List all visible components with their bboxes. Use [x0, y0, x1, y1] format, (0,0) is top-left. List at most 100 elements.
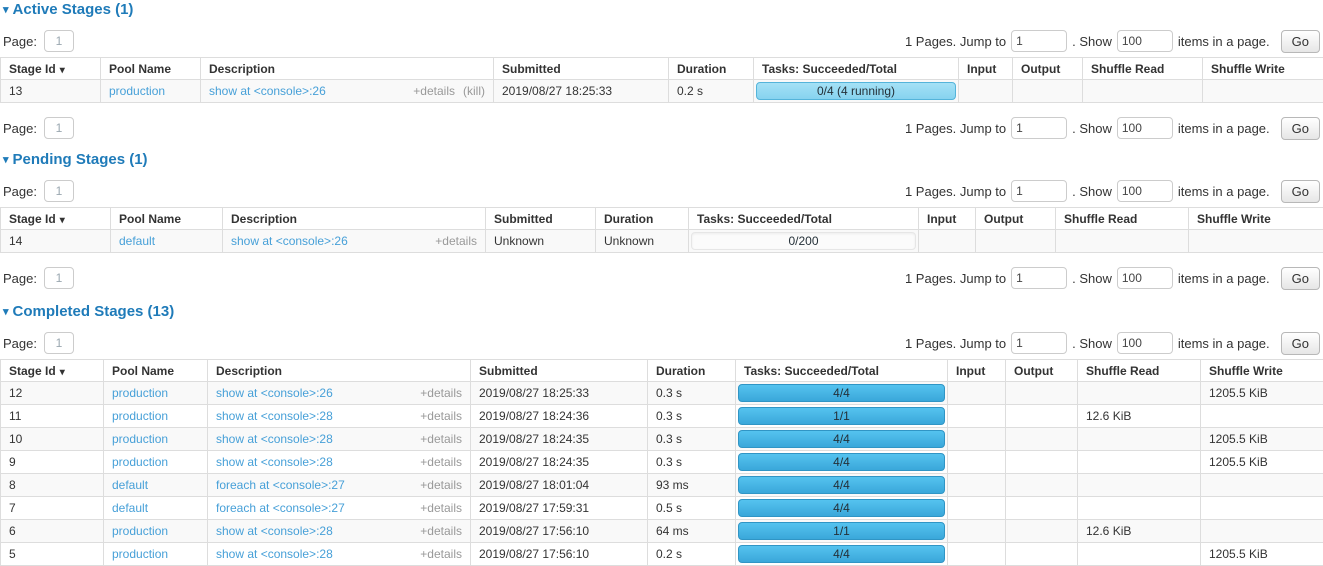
- column-header-submitted[interactable]: Submitted: [486, 208, 596, 230]
- column-header-submitted[interactable]: Submitted: [471, 360, 648, 382]
- description-link[interactable]: show at <console>:26: [209, 84, 326, 98]
- description-link[interactable]: foreach at <console>:27: [216, 501, 345, 515]
- pool-name-link[interactable]: production: [112, 432, 168, 446]
- column-header-tasks[interactable]: Tasks: Succeeded/Total: [754, 58, 959, 80]
- stage-id-cell: 12: [1, 382, 104, 405]
- column-header-shuffle-write[interactable]: Shuffle Write: [1201, 360, 1323, 382]
- table-row: 13 production show at <console>:26+detai…: [1, 80, 1323, 103]
- page-number-input[interactable]: [44, 30, 74, 52]
- description-link[interactable]: show at <console>:28: [216, 409, 333, 423]
- pagination-bar: Page: 1 Pages. Jump to . Show items in a…: [3, 116, 1320, 140]
- column-header-shuffle-read[interactable]: Shuffle Read: [1078, 360, 1201, 382]
- column-header-tasks[interactable]: Tasks: Succeeded/Total: [689, 208, 919, 230]
- description-link[interactable]: show at <console>:26: [231, 234, 348, 248]
- output-cell: [1006, 382, 1078, 405]
- go-button[interactable]: Go: [1281, 30, 1320, 53]
- jump-to-input[interactable]: [1011, 267, 1067, 289]
- pool-name-link[interactable]: production: [112, 524, 168, 538]
- pool-name-link[interactable]: default: [119, 234, 155, 248]
- column-header-duration[interactable]: Duration: [669, 58, 754, 80]
- column-header-pool-name[interactable]: Pool Name: [101, 58, 201, 80]
- pages-text: 1 Pages. Jump to: [905, 121, 1006, 136]
- section-header-active-stages[interactable]: ▾Active Stages (1): [3, 2, 1323, 18]
- pool-name-link[interactable]: production: [109, 84, 165, 98]
- jump-to-input[interactable]: [1011, 180, 1067, 202]
- description-link[interactable]: show at <console>:28: [216, 432, 333, 446]
- column-header-tasks[interactable]: Tasks: Succeeded/Total: [736, 360, 948, 382]
- column-header-output[interactable]: Output: [1013, 58, 1083, 80]
- column-header-stage-id[interactable]: Stage Id▾: [1, 360, 104, 382]
- column-header-description[interactable]: Description: [223, 208, 486, 230]
- show-count-input[interactable]: [1117, 267, 1173, 289]
- details-toggle[interactable]: +details: [420, 455, 462, 469]
- details-toggle[interactable]: +details: [420, 386, 462, 400]
- details-toggle[interactable]: +details: [420, 547, 462, 561]
- column-header-description[interactable]: Description: [208, 360, 471, 382]
- pool-name-link[interactable]: default: [112, 478, 148, 492]
- pool-name-link[interactable]: production: [112, 547, 168, 561]
- stage-id-cell: 8: [1, 474, 104, 497]
- page-number-input[interactable]: [44, 180, 74, 202]
- pool-name-link[interactable]: production: [112, 409, 168, 423]
- duration-cell: 64 ms: [648, 520, 736, 543]
- show-count-input[interactable]: [1117, 117, 1173, 139]
- jump-to-input[interactable]: [1011, 30, 1067, 52]
- column-header-stage-id[interactable]: Stage Id▾: [1, 58, 101, 80]
- go-button[interactable]: Go: [1281, 267, 1320, 290]
- go-button[interactable]: Go: [1281, 332, 1320, 355]
- tasks-progress-bar: 1/1: [738, 407, 945, 425]
- kill-link[interactable]: (kill): [463, 84, 485, 98]
- show-count-input[interactable]: [1117, 180, 1173, 202]
- jump-to-input[interactable]: [1011, 117, 1067, 139]
- details-toggle[interactable]: +details: [420, 524, 462, 538]
- column-header-shuffle-write[interactable]: Shuffle Write: [1203, 58, 1323, 80]
- section-header-pending-stages[interactable]: ▾Pending Stages (1): [3, 152, 1323, 168]
- submitted-cell: 2019/08/27 17:56:10: [471, 543, 648, 566]
- description-link[interactable]: show at <console>:28: [216, 455, 333, 469]
- page-number-input[interactable]: [44, 117, 74, 139]
- details-toggle[interactable]: +details: [420, 432, 462, 446]
- page-number-input[interactable]: [44, 332, 74, 354]
- column-header-input[interactable]: Input: [948, 360, 1006, 382]
- page-number-input[interactable]: [44, 267, 74, 289]
- show-count-input[interactable]: [1117, 332, 1173, 354]
- column-header-shuffle-read[interactable]: Shuffle Read: [1083, 58, 1203, 80]
- input-cell: [948, 382, 1006, 405]
- table-row: 9 production show at <console>:28+detail…: [1, 451, 1323, 474]
- show-count-input[interactable]: [1117, 30, 1173, 52]
- submitted-cell: 2019/08/27 18:25:33: [471, 382, 648, 405]
- go-button[interactable]: Go: [1281, 117, 1320, 140]
- column-header-stage-id[interactable]: Stage Id▾: [1, 208, 111, 230]
- pool-name-link[interactable]: default: [112, 501, 148, 515]
- description-link[interactable]: show at <console>:26: [216, 386, 333, 400]
- header-row: Stage Id▾ Pool Name Description Submitte…: [1, 360, 1323, 382]
- column-header-input[interactable]: Input: [959, 58, 1013, 80]
- details-toggle[interactable]: +details: [413, 84, 455, 98]
- column-header-duration[interactable]: Duration: [596, 208, 689, 230]
- column-header-description[interactable]: Description: [201, 58, 494, 80]
- column-header-input[interactable]: Input: [919, 208, 976, 230]
- column-header-shuffle-write[interactable]: Shuffle Write: [1189, 208, 1323, 230]
- details-toggle[interactable]: +details: [420, 501, 462, 515]
- column-header-output[interactable]: Output: [1006, 360, 1078, 382]
- column-header-output[interactable]: Output: [976, 208, 1056, 230]
- column-header-pool-name[interactable]: Pool Name: [104, 360, 208, 382]
- tasks-progress-bar: 4/4: [738, 476, 945, 494]
- column-header-pool-name[interactable]: Pool Name: [111, 208, 223, 230]
- column-header-shuffle-read[interactable]: Shuffle Read: [1056, 208, 1189, 230]
- description-link[interactable]: show at <console>:28: [216, 524, 333, 538]
- description-link[interactable]: show at <console>:28: [216, 547, 333, 561]
- details-toggle[interactable]: +details: [435, 234, 477, 248]
- pool-name-link[interactable]: production: [112, 386, 168, 400]
- description-link[interactable]: foreach at <console>:27: [216, 478, 345, 492]
- stage-id-cell: 6: [1, 520, 104, 543]
- column-header-duration[interactable]: Duration: [648, 360, 736, 382]
- go-button[interactable]: Go: [1281, 180, 1320, 203]
- column-header-submitted[interactable]: Submitted: [494, 58, 669, 80]
- jump-to-input[interactable]: [1011, 332, 1067, 354]
- details-toggle[interactable]: +details: [420, 409, 462, 423]
- tasks-progress-bar: 0/4 (4 running): [756, 82, 956, 100]
- section-header-completed-stages[interactable]: ▾Completed Stages (13): [3, 304, 1323, 320]
- pool-name-link[interactable]: production: [112, 455, 168, 469]
- details-toggle[interactable]: +details: [420, 478, 462, 492]
